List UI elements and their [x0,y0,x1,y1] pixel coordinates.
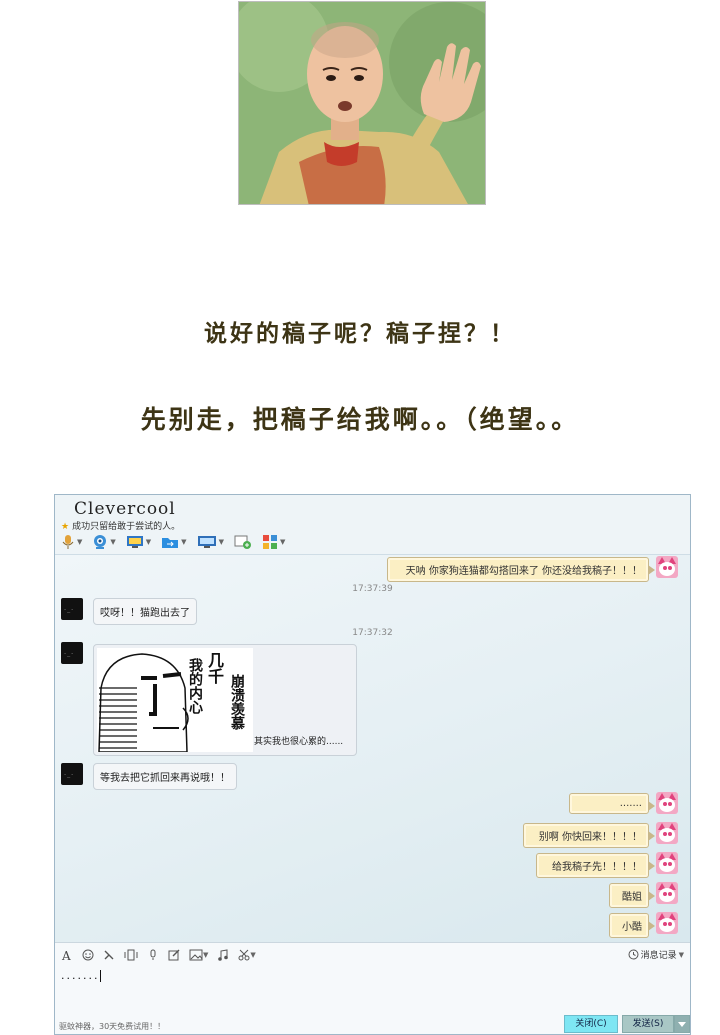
image-icon [189,949,203,961]
meme-text: 几千 [205,652,224,684]
meme-photo [238,1,486,205]
video-icon [94,535,107,549]
microphone-button[interactable]: ▼ [61,534,82,550]
smiley-icon [82,949,94,961]
svg-text:A: A [61,949,71,961]
nudge-button[interactable] [103,949,115,961]
file-transfer-icon [162,538,179,548]
avatar-self[interactable] [656,882,678,904]
font-button[interactable]: A [61,949,73,961]
message-in: 哎呀！！猫跑出去了 [93,598,197,625]
meme-drawing: 几千 崩溃羡慕 我的内心 [97,648,253,753]
message-in: 等我去把它抓回来再说哦！！ [93,763,237,790]
emoji-button[interactable] [82,949,94,961]
message-area[interactable]: 天呐 你家狗连猫都勾搭回来了 你还没给我稿子！！！ 17:37:39 -_- 哎… [55,555,690,940]
input-panel: A ▼ ▼ 消息记录 ▼ ....... 驱蚊神器，30天免费试用！！ 关闭(C)… [55,942,690,1034]
signature-text: 成功只留给敢于尝试的人。 [72,522,181,532]
font-icon: A [61,949,71,961]
edit-icon [168,949,180,961]
image-button[interactable]: ▼ [189,949,208,961]
avatar-contact[interactable]: -_- [61,642,83,664]
avatar-self[interactable] [656,852,678,874]
edit-button[interactable] [168,949,180,961]
timestamp: 17:37:39 [352,584,393,594]
chat-window: Clevercool ★ 成功只留给敢于尝试的人。 ▼ ▼ ▼ ▼ ▼ ▼ 天呐… [54,494,691,1035]
remote-desktop-icon [197,536,216,548]
apps-icon [262,535,277,549]
message-input-text: ....... [61,969,100,982]
message-out: 给我稿子先！！！！ [536,853,655,878]
music-button[interactable] [217,949,229,961]
message-out: 小酷 [609,913,655,938]
avatar-contact[interactable]: -_- [61,763,83,785]
microphone-icon [62,535,74,549]
video-button[interactable]: ▼ [92,534,116,550]
music-note-icon [218,949,229,961]
remote-desktop-button[interactable]: ▼ [197,535,224,549]
file-transfer-button[interactable]: ▼ [161,535,187,549]
message-in-text: 其实我也很心累的...... [254,737,344,747]
avatar-contact[interactable]: -_- [61,598,83,620]
avatar-self[interactable] [656,912,678,934]
scissors-hand-icon [104,950,114,960]
avatar-self[interactable] [656,822,678,844]
message-out: ....... [569,793,655,814]
chat-toolbar: ▼ ▼ ▼ ▼ ▼ ▼ [61,533,295,551]
meme-text: 我的内心 [187,658,203,714]
message-history-button[interactable]: 消息记录 ▼ [628,948,684,961]
star-icon: ★ [61,522,70,532]
text-caret [100,970,102,982]
screen-share-button[interactable]: ▼ [126,535,151,549]
avatar-self[interactable] [656,792,678,814]
close-button[interactable]: 关闭(C) [564,1015,618,1033]
timestamp: 17:37:32 [352,628,393,638]
caption-line-1: 说好的稿子呢？稿子捏？！ [204,321,516,347]
caption-line-2: 先别走，把稿子给我啊。。（绝望。。 [140,405,580,434]
add-contact-icon [234,535,251,549]
microphone-small-icon [150,949,156,960]
screen-share-icon [126,536,143,548]
message-input[interactable]: ....... [61,969,102,982]
message-in-image: 几千 崩溃羡慕 我的内心 其实我也很心累的...... [93,644,357,756]
voice-message-button[interactable] [147,949,159,961]
add-contact-button[interactable] [234,534,252,550]
apps-button[interactable]: ▼ [262,534,285,550]
clock-icon [628,949,639,960]
vibrate-icon [124,949,138,961]
history-label: 消息记录 [640,951,677,961]
send-button[interactable]: 发送(S) [622,1015,674,1033]
contact-signature: ★ 成功只留给敢于尝试的人。 [61,519,180,532]
meme-text: 崩溃 [229,674,245,702]
contact-name[interactable]: Clevercool [74,499,176,519]
message-out: 天呐 你家狗连猫都勾搭回来了 你还没给我稿子！！！ [387,557,655,582]
chat-header: Clevercool ★ 成功只留给敢于尝试的人。 ▼ ▼ ▼ ▼ ▼ ▼ [55,495,690,555]
input-toolbar: A ▼ ▼ [61,949,265,961]
vibrate-button[interactable] [124,949,138,961]
message-out: 酷姐 [609,883,655,908]
send-options-dropdown[interactable] [674,1015,690,1033]
man-stop-gesture-image [239,2,485,204]
ad-text[interactable]: 驱蚊神器，30天免费试用！！ [59,1021,165,1032]
meme-text: 羡慕 [229,702,245,730]
screenshot-button[interactable]: ▼ [238,949,256,961]
scissors-icon [238,949,250,961]
message-out: 别啊 你快回来！！！！ [523,823,655,848]
avatar-self[interactable] [656,556,678,578]
